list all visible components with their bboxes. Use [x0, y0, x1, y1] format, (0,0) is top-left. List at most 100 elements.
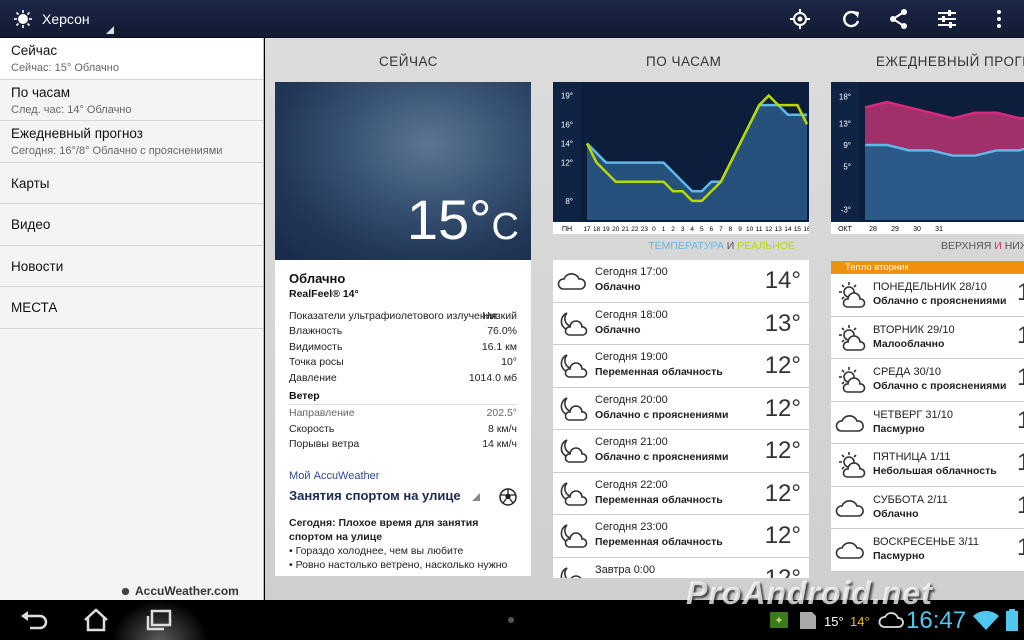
daily-row[interactable]: ПОНЕДЕЛЬНИК 28/10 Облачно с прояснениями 1 [831, 274, 1024, 317]
daily-row[interactable]: ВОСКРЕСЕНЬЕ 3/11 Пасмурно 1 [831, 529, 1024, 572]
nav-item-daily[interactable]: Ежедневный прогноз Сегодня: 16°/8° Облачн… [0, 121, 263, 163]
detail-row: Давление 1014.0 мб [289, 372, 517, 387]
detail-value: 8 км/ч [488, 423, 517, 435]
moon-cloud-icon [560, 354, 588, 378]
sun-ray [841, 284, 845, 288]
nav-item-maps[interactable]: Карты [0, 163, 263, 204]
legend-high: ВЕРХНЯЯ [941, 240, 992, 252]
recent-apps-icon[interactable] [144, 608, 176, 632]
y-tick-label: 16° [561, 120, 573, 129]
svg-text:✦: ✦ [774, 615, 783, 627]
nav-item-hourly[interactable]: По часам След. час: 14° Облачно [0, 80, 263, 121]
x-tick-label: 22 [631, 226, 639, 233]
locate-icon[interactable] [789, 8, 811, 30]
hourly-temperature-chart[interactable]: 19°16°14°12°8°ПН 17 18 19 20 21 22 23 0 1 2 3 4 5 6 7 8 9… [553, 82, 809, 234]
detail-value: 14 км/ч [482, 438, 517, 450]
daily-temperature-cutoff: 1 [1017, 449, 1024, 476]
nav-item-video[interactable]: Видео [0, 204, 263, 246]
nav-item-news[interactable]: Новости [0, 246, 263, 287]
cloud-shape [564, 404, 588, 421]
daily-forecast-list[interactable]: ПОНЕДЕЛЬНИК 28/10 Облачно с прояснениями 1… [831, 274, 1024, 578]
daily-row[interactable]: ПЯТНИЦА 1/11 Небольшая облачность 1 [831, 444, 1024, 487]
detail-label: Точка росы [289, 356, 344, 368]
sky-background-image: 15°C [275, 82, 531, 260]
hourly-row[interactable]: Сегодня 18:00 Облачно 13° [553, 302, 809, 345]
hourly-condition: Переменная облачность [595, 536, 723, 548]
moon-cloud-icon [560, 566, 582, 578]
hourly-time: Сегодня 23:00 [595, 521, 668, 533]
cloud-shape [835, 414, 864, 432]
daily-temperature-cutoff: 1 [1017, 406, 1024, 434]
detail-value: 76.0% [487, 325, 517, 337]
x-tick-label: 11 [756, 226, 763, 233]
y-tick-label: 9° [843, 141, 851, 150]
main-content: СЕЙЧАС ПО ЧАСАМ ЕЖЕДНЕВНЫЙ ПРОГНОЗ 15°C … [265, 38, 1024, 600]
x-tick-label: 18 [593, 226, 601, 233]
accuweather-brand[interactable]: AccuWeather.com [120, 584, 239, 598]
back-icon[interactable] [18, 608, 50, 632]
nav-item-now[interactable]: Сейчас Сейчас: 15° Облачно [0, 38, 263, 80]
city-selector[interactable]: Херсон [42, 11, 90, 27]
sun-ray [841, 326, 845, 331]
hourly-row[interactable]: Сегодня 17:00 Облачно 14° [553, 260, 809, 303]
daily-row[interactable]: ЧЕТВЕРГ 31/10 Пасмурно 1 [831, 401, 1024, 444]
activity-selector[interactable]: Занятия спортом на улице [289, 488, 461, 503]
daily-day: ЧЕТВЕРГ 31/10 [873, 408, 953, 421]
sun-cloud-icon [839, 367, 866, 393]
hourly-time: Сегодня 20:00 [595, 393, 668, 406]
overflow-menu-icon[interactable] [988, 8, 1010, 30]
daily-row[interactable]: СРЕДА 30/10 Облачно с прояснениями 1 [831, 359, 1024, 402]
moon-cloud-icon [560, 396, 588, 421]
hourly-condition: Облачно [595, 323, 641, 336]
daily-temperature-chart[interactable]: 18° 13° 9° 5° -3° ОКТ 28 29 30 31 [831, 82, 1024, 234]
moon-cloud-icon [560, 439, 588, 463]
hourly-row[interactable]: Сегодня 23:00 Переменная облачность 12° [553, 515, 809, 558]
hourly-row[interactable]: Сегодня 22:00 Переменная облачность 12° [553, 472, 809, 515]
low-area [865, 144, 1024, 220]
legend-and: И [723, 240, 738, 252]
x-tick-label: 0 [652, 226, 656, 233]
x-tick-label: 14 [784, 226, 792, 233]
daily-temperature-cutoff: 1 [1017, 321, 1024, 349]
hourly-forecast-list[interactable]: Сегодня 17:00 Облачно 14° Сегодня 18:00 Обла… [553, 260, 809, 578]
hourly-condition: Облачно с прояснениями [595, 451, 729, 463]
share-icon[interactable] [888, 8, 910, 30]
hourly-column-title: ПО ЧАСАМ [646, 54, 722, 69]
x-tick-label: 6 [710, 226, 714, 233]
daily-row[interactable]: ВТОРНИК 29/10 Малооблачно 1 [831, 316, 1024, 359]
menu-dot-icon[interactable] [508, 617, 514, 623]
home-icon[interactable] [80, 608, 112, 632]
nav-item-title: Новости [11, 258, 64, 274]
month-label: ОКТ [838, 226, 853, 233]
daily-chart-legend[interactable]: ВЕРХНЯЯ И НИЖНЯЯ [831, 240, 1024, 252]
daily-condition: Пасмурно [873, 550, 925, 562]
daily-row[interactable]: СУББОТА 2/11 Облачно 1 [831, 486, 1024, 529]
nav-item-subtitle: Сейчас: 15° Облачно [11, 62, 119, 74]
dropdown-indicator-icon[interactable] [472, 493, 480, 501]
hourly-chart-legend[interactable]: ТЕМПЕРАТУРА И РЕАЛЬНОЕ [553, 240, 809, 252]
detail-label: Видимость [289, 341, 343, 353]
hourly-row[interactable]: Сегодня 19:00 Переменная облачность 12° [553, 345, 809, 388]
accuweather-sun-icon[interactable] [14, 10, 32, 28]
wind-row: Скорость 8 км/ч [289, 423, 517, 438]
status-temperature: 15° [824, 614, 844, 629]
daily-day: ВОСКРЕСЕНЬЕ 3/11 [873, 536, 979, 548]
y-tick-label: 18° [839, 93, 851, 102]
daily-day: СРЕДА 30/10 [873, 366, 941, 378]
hourly-row[interactable]: Сегодня 21:00 Облачно с прояснениями 12° [553, 430, 809, 473]
cloud-shape [842, 292, 866, 308]
nav-item-places[interactable]: МЕСТА [0, 287, 263, 329]
x-tick-label: 7 [719, 226, 723, 233]
x-tick-label: 17 [583, 226, 591, 233]
nav-item-title: Сейчас [11, 43, 58, 58]
current-conditions-card[interactable]: 15°C Облачно RealFeel® 14° Показатели ул… [275, 82, 531, 576]
settings-sliders-icon[interactable] [936, 8, 958, 30]
y-tick-label: 13° [839, 120, 851, 129]
refresh-icon[interactable] [840, 8, 862, 30]
moon-cloud-icon [560, 311, 588, 336]
hourly-row[interactable]: Сегодня 20:00 Облачно с прояснениями 12° [553, 387, 809, 430]
navigation-drawer: Сейчас Сейчас: 15° Облачно По часам След. … [0, 38, 264, 600]
cloud-shape [564, 532, 588, 548]
x-tick-label: 8 [729, 226, 733, 233]
daily-column-title: ЕЖЕДНЕВНЫЙ ПРОГНОЗ [876, 54, 1024, 69]
